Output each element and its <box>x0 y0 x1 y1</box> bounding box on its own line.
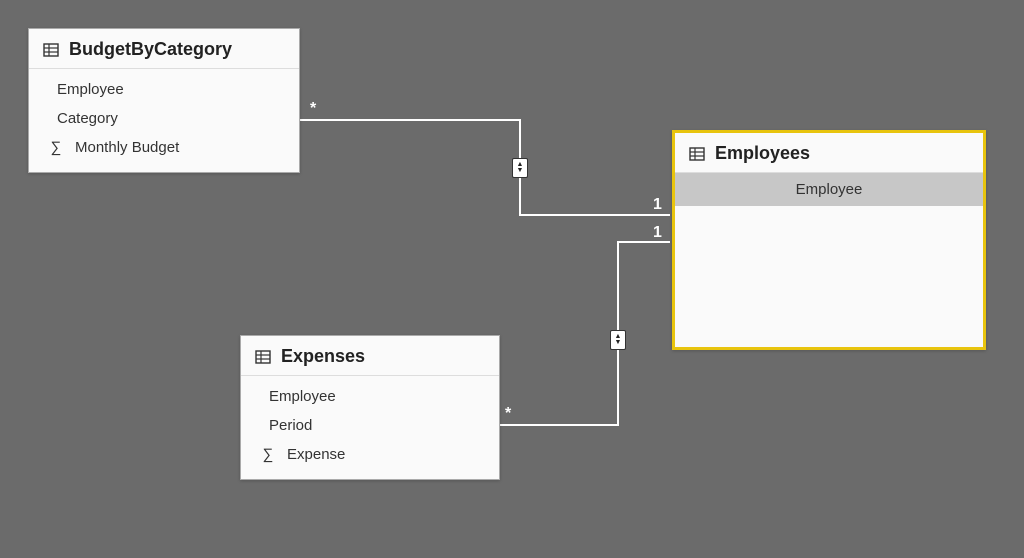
sigma-icon: ∑ <box>259 446 277 463</box>
cardinality-one: 1 <box>653 224 662 242</box>
filter-direction-icon <box>512 158 528 178</box>
sigma-icon: ∑ <box>47 139 65 156</box>
field-employee[interactable]: Employee <box>675 173 983 206</box>
table-title: BudgetByCategory <box>69 39 232 60</box>
table-title: Expenses <box>281 346 365 367</box>
field-list: Employee <box>675 173 983 206</box>
field-category[interactable]: Category <box>29 104 299 133</box>
field-period[interactable]: Period <box>241 411 499 440</box>
table-employees[interactable]: Employees Employee <box>672 130 986 350</box>
model-canvas[interactable]: * 1 * 1 BudgetByCategory Employee Catego… <box>0 0 1024 558</box>
table-budget-by-category[interactable]: BudgetByCategory Employee Category ∑ Mon… <box>28 28 300 173</box>
table-title: Employees <box>715 143 810 164</box>
table-icon <box>689 146 705 162</box>
table-header[interactable]: BudgetByCategory <box>29 29 299 69</box>
field-employee[interactable]: Employee <box>241 382 499 411</box>
cardinality-one: 1 <box>653 196 662 214</box>
field-expense[interactable]: ∑ Expense <box>241 440 499 469</box>
table-expenses[interactable]: Expenses Employee Period ∑ Expense <box>240 335 500 480</box>
field-monthly-budget[interactable]: ∑ Monthly Budget <box>29 133 299 162</box>
filter-direction-icon <box>610 330 626 350</box>
field-list: Employee Period ∑ Expense <box>241 376 499 479</box>
field-employee[interactable]: Employee <box>29 75 299 104</box>
field-list: Employee Category ∑ Monthly Budget <box>29 69 299 172</box>
table-icon <box>43 42 59 58</box>
table-header[interactable]: Employees <box>675 133 983 173</box>
cardinality-many: * <box>310 100 316 118</box>
table-icon <box>255 349 271 365</box>
table-header[interactable]: Expenses <box>241 336 499 376</box>
cardinality-many: * <box>505 405 511 423</box>
